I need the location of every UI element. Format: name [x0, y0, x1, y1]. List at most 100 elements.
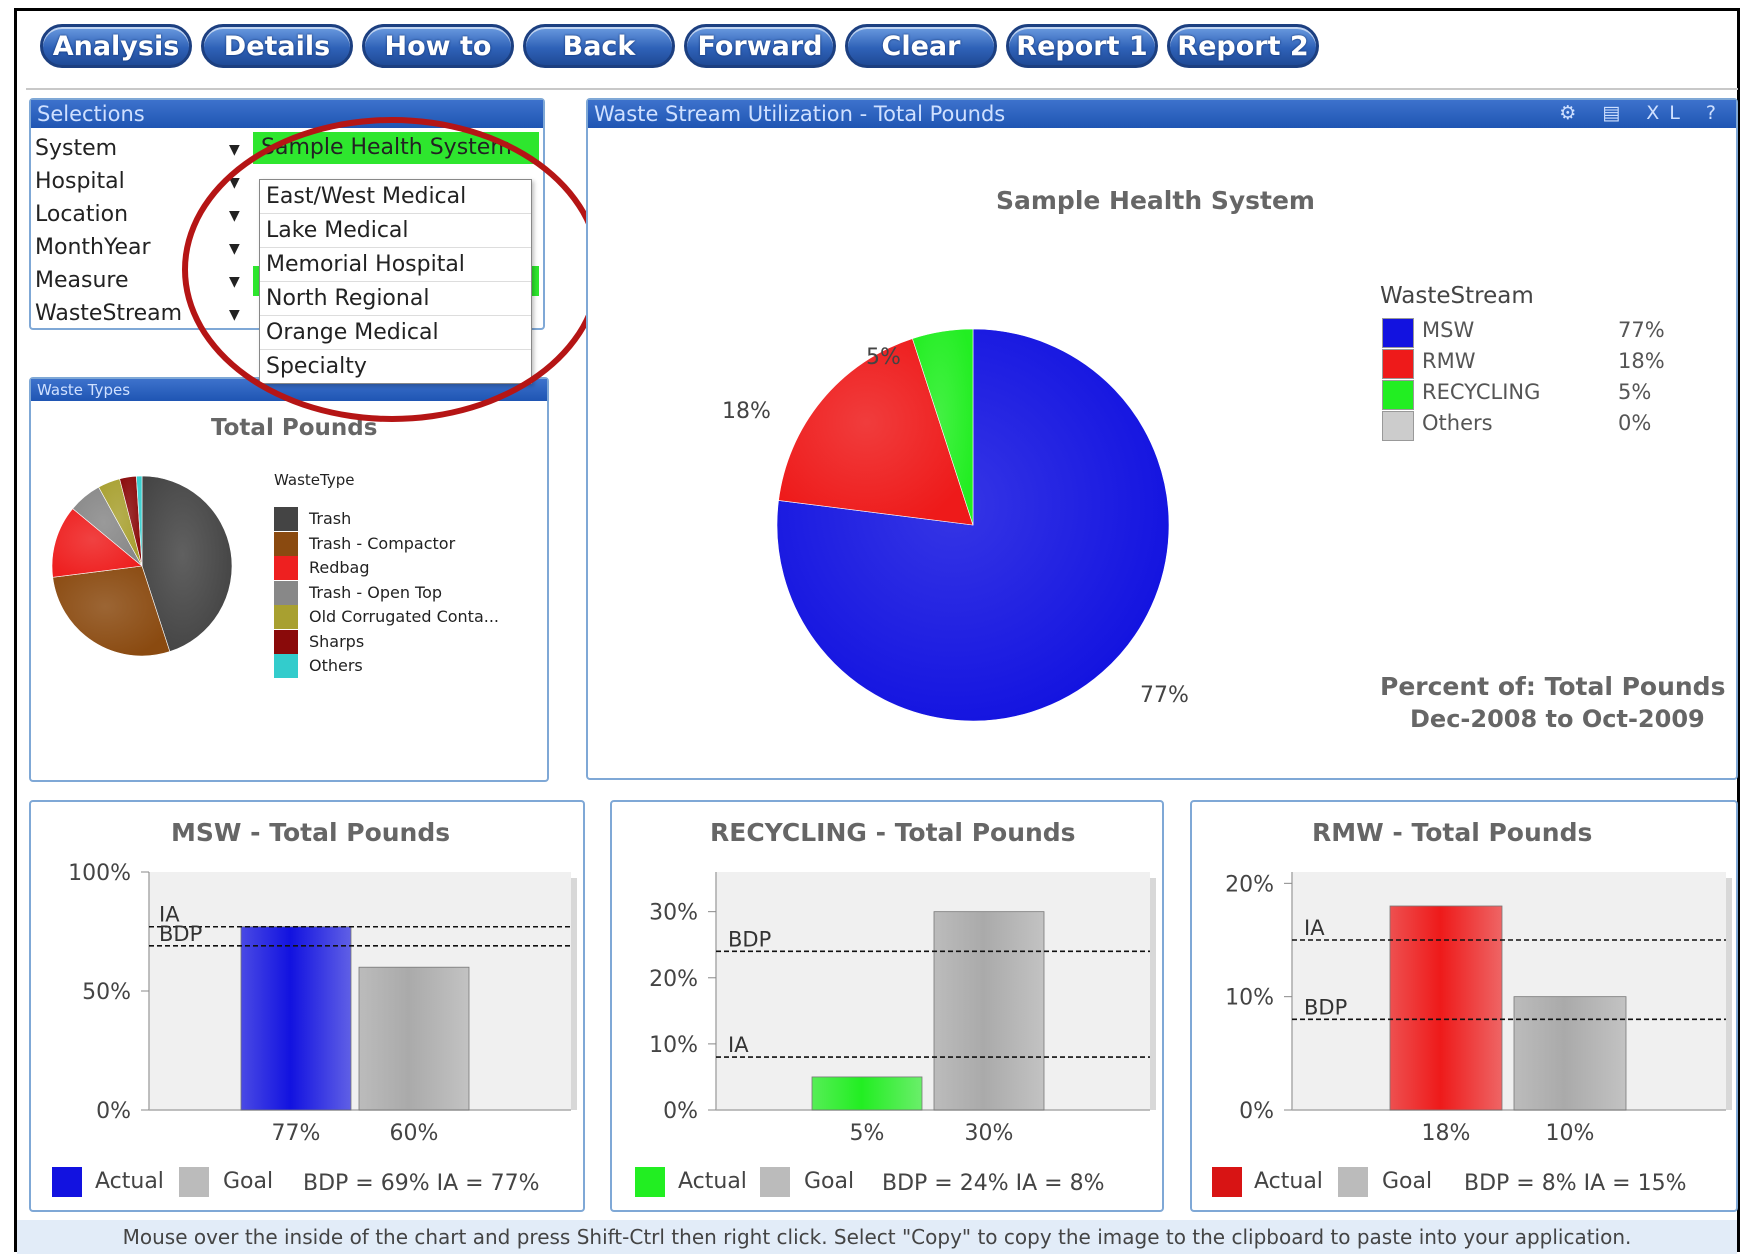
- bar-goal[interactable]: [933, 911, 1045, 1111]
- waste-types-pie-chart[interactable]: [47, 471, 237, 661]
- legend-value-recycling: 5%: [1618, 380, 1652, 404]
- bar-value-label: 30%: [965, 1121, 1014, 1146]
- goal-swatch: [179, 1167, 209, 1197]
- goal-swatch: [760, 1167, 790, 1197]
- msw-bar-panel: MSW - Total Pounds 0% 50% 100% 77% 60% IA BDP …: [29, 800, 585, 1212]
- y-tick-label: 0%: [663, 1099, 698, 1124]
- selections-title: Selections: [31, 100, 543, 128]
- selection-system[interactable]: System: [35, 134, 117, 164]
- actual-swatch: [52, 1167, 82, 1197]
- bar-goal[interactable]: [358, 966, 470, 1111]
- msw-bar-chart[interactable]: 0%50%100%77% 60%IABDP: [31, 842, 583, 1152]
- actual-label: Actual: [678, 1169, 747, 1194]
- waste-type-label-trash-compactor: Trash - Compactor: [309, 533, 456, 553]
- main-legend-title: WasteStream: [1380, 283, 1534, 309]
- waste-type-swatch-others: [274, 654, 298, 678]
- y-tick-label: 50%: [82, 980, 131, 1005]
- how-to-button[interactable]: How to: [362, 24, 514, 68]
- percent-of-line1: Percent of: Total Pounds: [1380, 672, 1726, 701]
- y-tick-label: 100%: [68, 861, 131, 886]
- bar-value-label: 18%: [1422, 1121, 1471, 1146]
- actual-swatch: [1212, 1167, 1242, 1197]
- recycling-stats: BDP = 24% IA = 8%: [882, 1171, 1105, 1196]
- percent-of-line2: Dec-2008 to Oct-2009: [1410, 705, 1705, 733]
- system-dropdown-arrow-icon[interactable]: ▼: [229, 142, 240, 158]
- plot-area: [716, 872, 1150, 1110]
- highlight-ellipse: [182, 117, 602, 422]
- status-bar: Mouse over the inside of the chart and p…: [17, 1220, 1737, 1254]
- legend-value-rmw: 18%: [1618, 349, 1665, 373]
- goal-swatch: [1338, 1167, 1368, 1197]
- legend-swatch-msw: [1382, 318, 1414, 348]
- legend-label-others: Others: [1422, 411, 1493, 435]
- y-tick-label: 0%: [96, 1099, 131, 1124]
- waste-type-swatch-trash-compactor: [274, 531, 298, 556]
- legend-label-recycling: RECYCLING: [1422, 380, 1541, 404]
- y-tick-label: 0%: [1239, 1099, 1274, 1124]
- ref-line-label-bdp: BDP: [728, 927, 771, 951]
- waste-types-panel: Waste Types Total Pounds WasteType Trash…: [29, 377, 549, 782]
- main-chart-title: Sample Health System: [996, 186, 1315, 215]
- main-pie-chart[interactable]: 77% 18% 5%: [722, 300, 1198, 750]
- rmw-bar-chart[interactable]: 0% 10% 20% 18% 10% IA BDP: [1192, 842, 1736, 1152]
- rmw-stats: BDP = 8% IA = 15%: [1464, 1171, 1687, 1196]
- bar-value-label: 77%: [272, 1121, 321, 1146]
- actual-label: Actual: [1254, 1169, 1323, 1194]
- pie-label-rmw: 18%: [722, 399, 771, 424]
- y-tick-label: 30%: [649, 901, 698, 926]
- back-button[interactable]: Back: [523, 24, 675, 68]
- goal-label: Goal: [223, 1169, 274, 1194]
- selection-hospital[interactable]: Hospital: [35, 167, 125, 197]
- legend-value-msw: 77%: [1618, 318, 1665, 342]
- rmw-bar-panel: RMW - Total Pounds 0% 10% 20% 18% 10% IA BDP A…: [1190, 800, 1738, 1212]
- y-tick-label: 20%: [1225, 872, 1274, 897]
- legend-label-msw: MSW: [1422, 318, 1475, 342]
- bar-goal[interactable]: [1513, 996, 1627, 1111]
- toolbar: Analysis Details How to Back Forward Cle…: [40, 24, 1319, 74]
- bar-actual[interactable]: [811, 1076, 923, 1111]
- y-tick-label: 10%: [649, 1033, 698, 1058]
- selection-wastestream[interactable]: WasteStream: [35, 299, 182, 329]
- analysis-button[interactable]: Analysis: [40, 24, 192, 68]
- waste-types-legend-title: WasteType: [274, 471, 355, 489]
- waste-type-swatch-trash-open-top: [274, 580, 298, 605]
- goal-label: Goal: [1382, 1169, 1433, 1194]
- msw-stats: BDP = 69% IA = 77%: [303, 1171, 540, 1196]
- waste-type-label-trash: Trash: [309, 509, 352, 528]
- bar-value-label: 60%: [390, 1121, 439, 1146]
- details-button[interactable]: Details: [201, 24, 353, 68]
- ref-line-label-bdp: BDP: [159, 922, 202, 946]
- waste-type-swatch-sharps: [274, 629, 298, 654]
- pie-label-recycling: 5%: [866, 345, 901, 370]
- bar-actual[interactable]: [1389, 905, 1503, 1111]
- goal-label: Goal: [804, 1169, 855, 1194]
- recycling-bar-panel: RECYCLING - Total Pounds 0% 10% 20% 30% 5% 30…: [610, 800, 1164, 1212]
- waste-type-swatch-redbag: [274, 556, 298, 580]
- waste-type-swatch-old-corrugated-conta: [274, 605, 298, 629]
- waste-stream-panel: Waste Stream Utilization - Total Pounds …: [586, 98, 1738, 780]
- forward-button[interactable]: Forward: [684, 24, 836, 68]
- waste-type-label-old-corrugated-conta: Old Corrugated Conta...: [309, 607, 500, 626]
- legend-swatch-others: [1382, 411, 1414, 441]
- y-tick-label: 10%: [1225, 986, 1274, 1011]
- waste-type-label-redbag: Redbag: [309, 558, 370, 577]
- bar-actual[interactable]: [240, 926, 352, 1111]
- selection-location[interactable]: Location: [35, 200, 128, 230]
- clear-button[interactable]: Clear: [845, 24, 997, 68]
- waste-type-label-others: Others: [309, 656, 363, 675]
- pie-label-msw: 77%: [1140, 683, 1189, 708]
- selection-measure[interactable]: Measure: [35, 266, 129, 296]
- recycling-bar-chart[interactable]: 0% 10% 20% 30% 5% 30% BDP IA: [612, 842, 1162, 1152]
- legend-swatch-recycling: [1382, 380, 1414, 410]
- report-1-button[interactable]: Report 1: [1006, 24, 1158, 68]
- report-2-button[interactable]: Report 2: [1167, 24, 1319, 68]
- bar-value-label: 5%: [850, 1121, 885, 1146]
- legend-label-rmw: RMW: [1422, 349, 1476, 373]
- toolbar-divider: [26, 88, 1738, 90]
- actual-swatch: [635, 1167, 665, 1197]
- waste-type-label-trash-open-top: Trash - Open Top: [309, 582, 443, 602]
- selection-monthyear[interactable]: MonthYear: [35, 233, 151, 263]
- legend-swatch-rmw: [1382, 349, 1414, 379]
- ref-line-label-ia: IA: [1304, 916, 1325, 940]
- panel-toolbar-icons[interactable]: ⚙ ▤ XL ?: [1559, 102, 1726, 124]
